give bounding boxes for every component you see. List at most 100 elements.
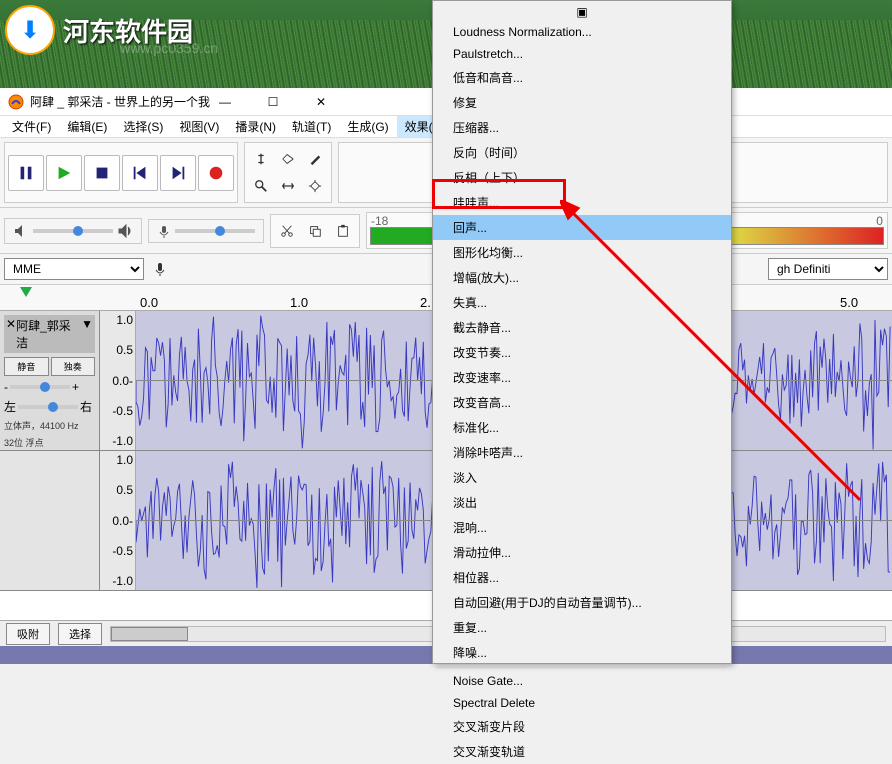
timeline-tick: 1.0 xyxy=(290,295,308,310)
effects-menu: ▣ Loudness Normalization...Paulstretch..… xyxy=(432,0,732,664)
track-menu-dropdown[interactable]: ▼ xyxy=(81,317,93,351)
mic-small-icon xyxy=(157,224,171,238)
timeline-tick: 5.0 xyxy=(840,295,858,310)
effect-menu-item-30[interactable]: 交叉渐变轨道 xyxy=(433,739,731,764)
multi-tool[interactable] xyxy=(302,173,328,199)
timeshift-tool[interactable] xyxy=(275,173,301,199)
menu-item-4[interactable]: 播录(N) xyxy=(227,116,284,137)
record-volume-slider[interactable] xyxy=(175,229,255,233)
minimize-button[interactable]: — xyxy=(210,95,240,109)
app-icon xyxy=(8,94,24,110)
effect-menu-item-4[interactable]: 压缩器... xyxy=(433,115,731,140)
close-button[interactable]: ✕ xyxy=(306,95,336,109)
audio-host-select[interactable]: MME xyxy=(4,258,144,280)
effect-menu-item-10[interactable]: 增幅(放大)... xyxy=(433,265,731,290)
effect-menu-item-9[interactable]: 图形化均衡... xyxy=(433,240,731,265)
gain-slider[interactable] xyxy=(10,385,70,389)
effect-menu-item-25[interactable]: 降噪... xyxy=(433,640,731,665)
effect-menu-item-5[interactable]: 反向（时间） xyxy=(433,140,731,165)
cut-button[interactable] xyxy=(274,218,300,244)
effect-menu-item-11[interactable]: 失真... xyxy=(433,290,731,315)
selection-tool[interactable] xyxy=(248,146,274,172)
envelope-tool[interactable] xyxy=(275,146,301,172)
effect-menu-item-19[interactable]: 淡出 xyxy=(433,490,731,515)
playback-volume-slider[interactable] xyxy=(33,229,113,233)
gain-minus-label: - xyxy=(4,380,8,394)
track-panel-spacer xyxy=(0,451,100,590)
stop-button[interactable] xyxy=(84,155,120,191)
track-bit-label: 32位 浮点 xyxy=(4,436,95,449)
effect-menu-item-21[interactable]: 滑动拉伸... xyxy=(433,540,731,565)
skip-end-button[interactable] xyxy=(160,155,196,191)
effect-menu-item-18[interactable]: 淡入 xyxy=(433,465,731,490)
menu-item-3[interactable]: 视图(V) xyxy=(171,116,227,137)
effect-menu-item-16[interactable]: 标准化... xyxy=(433,415,731,440)
effect-menu-item-17[interactable]: 消除咔嗒声... xyxy=(433,440,731,465)
menu-scroll-up-icon[interactable]: ▣ xyxy=(433,3,731,21)
tools-toolbar xyxy=(244,142,332,203)
track-format-label: 立体声，44100 Hz xyxy=(4,419,95,432)
copy-button[interactable] xyxy=(302,218,328,244)
timeline-tick: 0.0 xyxy=(140,295,158,310)
effect-menu-item-6[interactable]: 反相（上下） xyxy=(433,165,731,190)
effect-menu-item-14[interactable]: 改变速率... xyxy=(433,365,731,390)
effect-menu-item-15[interactable]: 改变音高... xyxy=(433,390,731,415)
effect-menu-item-8[interactable]: 回声... xyxy=(433,215,731,240)
effect-menu-item-29[interactable]: 交叉渐变片段 xyxy=(433,714,731,739)
edit-toolbar xyxy=(270,214,360,248)
playback-volume-group xyxy=(4,218,142,244)
menu-separator xyxy=(437,667,727,668)
play-button[interactable] xyxy=(46,155,82,191)
track-vertical-ruler: 1.00.50.0--0.5-1.0 xyxy=(100,311,136,450)
effect-menu-item-22[interactable]: 相位器... xyxy=(433,565,731,590)
menu-item-1[interactable]: 编辑(E) xyxy=(59,116,115,137)
menu-item-0[interactable]: 文件(F) xyxy=(4,116,59,137)
effect-menu-item-1[interactable]: Paulstretch... xyxy=(433,43,731,65)
track-name-label[interactable]: 阿肆_郭采洁 xyxy=(16,317,81,351)
scrollbar-thumb[interactable] xyxy=(111,627,188,641)
pan-slider[interactable] xyxy=(18,405,78,409)
pan-right-label: 右 xyxy=(80,398,92,415)
watermark-logo-text: 河东软件园 xyxy=(63,12,193,49)
transport-toolbar xyxy=(4,142,238,203)
snap-button[interactable]: 吸附 xyxy=(6,623,50,645)
gain-plus-label: + xyxy=(72,380,79,394)
record-volume-group xyxy=(148,219,264,243)
effect-menu-item-27[interactable]: Noise Gate... xyxy=(433,670,731,692)
effect-menu-item-2[interactable]: 低音和高音... xyxy=(433,65,731,90)
effect-menu-item-13[interactable]: 改变节奏... xyxy=(433,340,731,365)
track-control-panel: ✕ 阿肆_郭采洁 ▼ 静音 独奏 - + 左 右 立体 xyxy=(0,311,100,450)
playhead-marker[interactable] xyxy=(20,287,32,297)
effect-menu-item-3[interactable]: 修复 xyxy=(433,90,731,115)
paste-button[interactable] xyxy=(330,218,356,244)
select-button[interactable]: 选择 xyxy=(58,623,102,645)
speaker-icon xyxy=(13,223,29,239)
menu-item-2[interactable]: 选择(S) xyxy=(115,116,171,137)
effect-menu-item-12[interactable]: 截去静音... xyxy=(433,315,731,340)
mic-icon xyxy=(152,261,168,277)
maximize-button[interactable]: ☐ xyxy=(258,95,288,109)
watermark-logo-icon: ⬇ xyxy=(5,5,55,55)
zoom-tool[interactable] xyxy=(248,173,274,199)
skip-start-button[interactable] xyxy=(122,155,158,191)
track-vertical-ruler-2: 1.00.50.0--0.5-1.0 xyxy=(100,451,136,590)
pause-button[interactable] xyxy=(8,155,44,191)
menu-item-6[interactable]: 生成(G) xyxy=(339,116,396,137)
draw-tool[interactable] xyxy=(302,146,328,172)
record-button[interactable] xyxy=(198,155,234,191)
speaker-loud-icon xyxy=(117,223,133,239)
effect-menu-item-23[interactable]: 自动回避(用于DJ的自动音量调节)... xyxy=(433,590,731,615)
menu-item-5[interactable]: 轨道(T) xyxy=(284,116,339,137)
mute-button[interactable]: 静音 xyxy=(4,357,49,376)
effect-menu-item-7[interactable]: 哇哇声... xyxy=(433,190,731,215)
effect-menu-item-28[interactable]: Spectral Delete xyxy=(433,692,731,714)
effect-menu-item-0[interactable]: Loudness Normalization... xyxy=(433,21,731,43)
pan-left-label: 左 xyxy=(4,398,16,415)
track-close-button[interactable]: ✕ xyxy=(6,317,16,351)
timeline-tick: 2. xyxy=(420,295,431,310)
solo-button[interactable]: 独奏 xyxy=(51,357,96,376)
window-title: 阿肆 _ 郭采洁 - 世界上的另一个我 xyxy=(30,93,210,110)
effect-menu-item-20[interactable]: 混响... xyxy=(433,515,731,540)
playback-device-select[interactable]: gh Definiti xyxy=(768,258,888,280)
effect-menu-item-24[interactable]: 重复... xyxy=(433,615,731,640)
